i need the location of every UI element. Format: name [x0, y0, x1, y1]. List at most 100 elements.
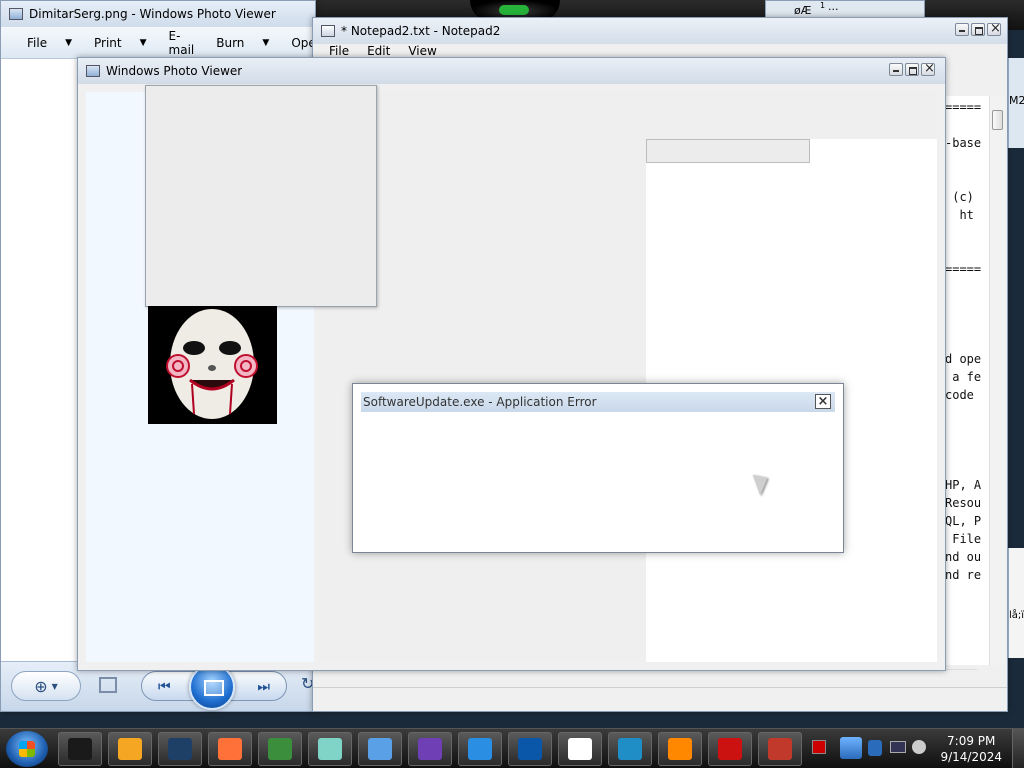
- text-line: a fe: [945, 370, 982, 384]
- gray-strip: [646, 139, 810, 163]
- tablet-app-icon: [518, 738, 542, 760]
- horizontal-scrollbar[interactable]: [331, 669, 977, 685]
- visual-studio-icon: [418, 738, 442, 760]
- taskbar-button[interactable]: [158, 732, 202, 766]
- next-icon[interactable]: ⏭: [257, 679, 270, 695]
- notepad-titlebar[interactable]: * Notepad2.txt - Notepad2: [313, 18, 1007, 44]
- show-desktop-button[interactable]: [1012, 729, 1024, 768]
- clock-time: 7:09 PM: [947, 734, 996, 748]
- notepad-editor[interactable]: ===== -base (c) ht ===== d ope a fe code HP, …: [945, 96, 989, 665]
- flag-icon[interactable]: [812, 740, 826, 754]
- text-line: =====: [945, 262, 982, 276]
- internet-explorer-icon: [468, 738, 492, 760]
- text-line: File: [945, 532, 982, 546]
- photo-viewer-window-controls: [889, 61, 935, 76]
- notepad-title: * Notepad2.txt - Notepad2: [341, 24, 501, 38]
- taskbar-button[interactable]: [408, 732, 452, 766]
- cmd-app-icon: [68, 738, 92, 760]
- clock[interactable]: 7:09 PM 9/14/2024: [940, 733, 1002, 765]
- firefox-icon: [218, 738, 242, 760]
- menu-file-label: File: [27, 35, 48, 50]
- photo-viewer-front-titlebar[interactable]: Windows Photo Viewer: [78, 58, 945, 84]
- close-icon[interactable]: [921, 61, 935, 76]
- monitor-app-icon: [618, 738, 642, 760]
- taskbar-button[interactable]: [58, 732, 102, 766]
- text-line: ht: [945, 208, 974, 222]
- globe-app-icon: [168, 738, 192, 760]
- error-dialog-titlebar[interactable]: SoftwareUpdate.exe - Application Error ×: [361, 392, 835, 412]
- close-button[interactable]: ×: [815, 394, 831, 409]
- error-dialog-title: SoftwareUpdate.exe - Application Error: [363, 395, 597, 409]
- notepad-window-controls: [955, 21, 1001, 36]
- scrollbar-thumb[interactable]: [992, 110, 1003, 130]
- text-line: nd re: [945, 568, 982, 582]
- system-tray: 7:09 PM 9/14/2024: [810, 729, 1024, 768]
- text-line: =====: [945, 100, 982, 114]
- app-tray-icon[interactable]: [868, 740, 882, 756]
- taskbar-button[interactable]: [758, 732, 802, 766]
- taskbar-button[interactable]: [658, 732, 702, 766]
- start-button[interactable]: [6, 731, 48, 767]
- background-window-title: øÆ: [794, 4, 812, 17]
- right-edge-window[interactable]: M2: [1008, 58, 1024, 148]
- menu-print-label: Print: [94, 35, 122, 50]
- taskbar-button[interactable]: [308, 732, 352, 766]
- chevron-down-icon: ▼: [262, 37, 270, 48]
- photo-viewer-front-window[interactable]: Windows Photo Viewer: [77, 57, 946, 671]
- menu-burn[interactable]: Burn ▼: [216, 36, 269, 50]
- taskbar-button[interactable]: [208, 732, 252, 766]
- volume-icon[interactable]: [912, 740, 926, 754]
- text-line: code: [945, 388, 974, 402]
- right-edge-window-bottom[interactable]: lå;ï¢: [1008, 548, 1024, 658]
- photo-viewer-back-title: DimitarSerg.png - Windows Photo Viewer: [29, 7, 276, 21]
- minimize-icon[interactable]: [955, 23, 969, 36]
- chevron-down-icon: ▼: [51, 681, 58, 691]
- taskbar-button[interactable]: [458, 732, 502, 766]
- taskbar-button[interactable]: [108, 732, 152, 766]
- background-window-ellipsis: ···: [828, 3, 839, 16]
- 7zip-icon: [568, 738, 592, 760]
- maximize-icon[interactable]: [905, 63, 919, 76]
- network-icon[interactable]: [840, 737, 862, 759]
- text-line: HP, A: [945, 478, 982, 492]
- menu-burn-label: Burn: [216, 35, 245, 50]
- taskbar-button[interactable]: [358, 732, 402, 766]
- right-edge-bottom-label: lå;ï¢: [1009, 610, 1024, 621]
- monitor-tray-icon[interactable]: [890, 741, 906, 753]
- photo-viewer-app-icon: [368, 738, 392, 760]
- vertical-scrollbar[interactable]: [989, 96, 1005, 665]
- menu-file[interactable]: File ▼: [27, 36, 72, 50]
- menu-print[interactable]: Print ▼: [94, 36, 147, 50]
- vlc-icon: [668, 738, 692, 760]
- text-line: nd ou: [945, 550, 982, 564]
- blank-panel: [145, 85, 377, 307]
- sticky-app-icon: [318, 738, 342, 760]
- maximize-icon[interactable]: [971, 23, 985, 36]
- text-line: -base: [945, 136, 982, 150]
- zoom-icon: ⊕: [34, 676, 48, 696]
- photo-viewer-back-titlebar[interactable]: DimitarSerg.png - Windows Photo Viewer: [1, 1, 315, 27]
- notepad-icon: [321, 25, 335, 37]
- text-line: d ope: [945, 352, 982, 366]
- background-window-title-superscript: 1: [820, 1, 826, 10]
- zoom-button[interactable]: ⊕ ▼: [11, 671, 81, 701]
- clock-date: 9/14/2024: [940, 750, 1002, 764]
- mask-image-graphic: [166, 309, 258, 419]
- taskbar-button[interactable]: [608, 732, 652, 766]
- taskbar-button[interactable]: [258, 732, 302, 766]
- menu-email[interactable]: E-mail: [169, 29, 195, 57]
- minimize-icon[interactable]: [889, 63, 903, 76]
- taskbar-button[interactable]: [558, 732, 602, 766]
- taskbar-button[interactable]: [708, 732, 752, 766]
- taskbar-button[interactable]: [508, 732, 552, 766]
- text-line: Resou: [945, 496, 982, 510]
- menu-email-label: E-mail: [168, 28, 195, 57]
- previous-icon[interactable]: ⏮: [158, 679, 171, 695]
- error-dialog[interactable]: SoftwareUpdate.exe - Application Error ×: [352, 383, 844, 553]
- actual-size-icon[interactable]: [99, 677, 117, 693]
- photo-viewer-menu: File ▼ Print ▼ E-mail Burn ▼ Open: [1, 27, 323, 59]
- media-app-icon: [118, 738, 142, 760]
- paint-app-icon: [268, 738, 292, 760]
- close-icon[interactable]: [987, 21, 1001, 36]
- red-app-icon: [718, 738, 742, 760]
